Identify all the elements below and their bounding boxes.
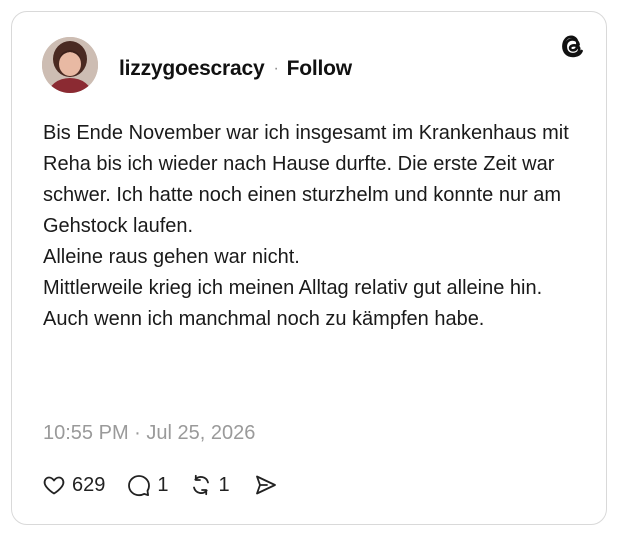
- avatar-photo: [42, 37, 98, 93]
- like-button[interactable]: 629: [42, 473, 105, 497]
- reply-count: 1: [157, 473, 169, 496]
- repost-count: 1: [218, 473, 230, 496]
- post-body: Bis Ende November war ich insgesamt im K…: [43, 118, 573, 335]
- follow-button[interactable]: Follow: [287, 57, 352, 81]
- repost-icon: [189, 473, 213, 497]
- post-header: lizzygoescracy · Follow: [119, 56, 352, 82]
- repost-button[interactable]: 1: [189, 473, 230, 497]
- send-icon: [254, 473, 278, 497]
- post-paragraph: Mittlerweile krieg ich meinen Alltag rel…: [43, 277, 543, 330]
- post-timestamp[interactable]: 10:55 PM · Jul 25, 2026: [43, 422, 255, 445]
- username[interactable]: lizzygoescracy: [119, 57, 265, 81]
- share-button[interactable]: [254, 473, 278, 497]
- post-card: lizzygoescracy · Follow Bis Ende Novembe…: [11, 11, 607, 525]
- speech-bubble-icon: [127, 473, 151, 497]
- post-paragraph: Alleine raus gehen war nicht.: [43, 246, 300, 268]
- avatar[interactable]: [42, 37, 98, 93]
- action-bar: 629 1 1: [42, 470, 278, 500]
- heart-icon: [42, 473, 66, 497]
- header-separator: ·: [273, 60, 279, 77]
- post-paragraph: Bis Ende November war ich insgesamt im K…: [43, 122, 569, 237]
- threads-logo-icon[interactable]: [559, 32, 587, 60]
- like-count: 629: [72, 473, 106, 496]
- reply-button[interactable]: 1: [127, 473, 169, 497]
